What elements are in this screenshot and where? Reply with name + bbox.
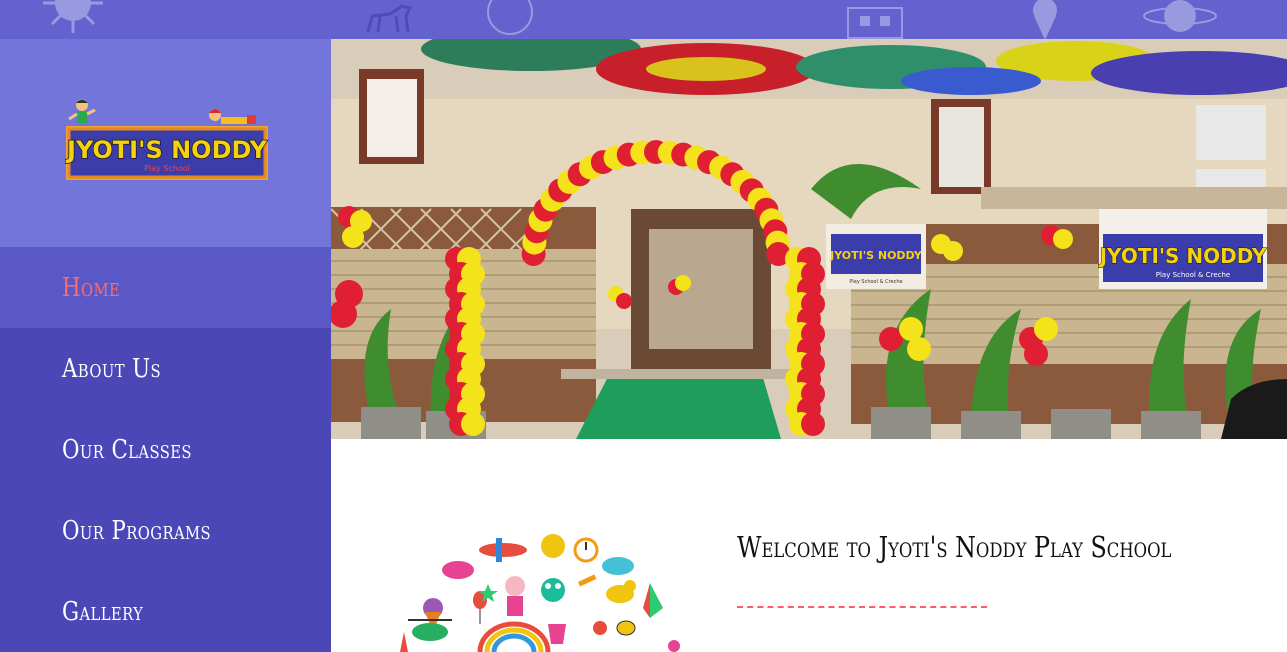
apple-icon [593,621,607,635]
sun-doodle-icon [43,0,103,33]
duck-icon [606,580,636,603]
hero-image: JYOTI'S NODDY Play School & Creche JYOTI… [331,39,1287,439]
logo-area: JYOTI'S NODDY Play School [0,39,331,247]
clock-icon [573,537,599,563]
nav-item-about-us[interactable]: About Us [0,328,331,409]
sun-icon [541,534,565,558]
planet-doodle-icon [1143,0,1217,32]
main-nav: Home About Us Our Classes Our Programs G… [0,247,331,652]
rocket-icon [643,583,663,618]
svg-text:Play School: Play School [144,164,190,173]
arch-balloon [461,412,485,436]
svg-text:JYOTI'S NODDY: JYOTI'S NODDY [829,249,923,262]
bee-icon [616,620,636,636]
top-decorative-band [0,0,1287,39]
svg-text:JYOTI'S NODDY: JYOTI'S NODDY [65,136,268,164]
girl-doodle-icon [505,576,525,616]
owl-icon [541,578,565,602]
kid-figure-icon [68,99,96,123]
horse-doodle-icon [366,4,413,33]
rainbow-icon [477,621,551,652]
welcome-heading: Welcome to Jyoti's Noddy Play School [737,530,1172,564]
svg-text:Play School & Creche: Play School & Creche [1156,271,1230,279]
arch-balloon [801,412,825,436]
nav-item-our-classes[interactable]: Our Classes [0,409,331,490]
cloud-icon [442,561,474,579]
bucket-icon [548,624,566,644]
svg-text:JYOTI'S NODDY: JYOTI'S NODDY [1098,244,1267,268]
sidebar: JYOTI'S NODDY Play School Home About Us … [0,39,331,652]
svg-text:Play School & Creche: Play School & Creche [849,279,902,285]
castle-doodle-icon [847,7,903,39]
flower-icon [668,640,680,652]
kid-figure-right-icon [209,109,256,124]
nav-item-home[interactable]: Home [0,247,331,328]
nav-item-our-programs[interactable]: Our Programs [0,490,331,571]
ball-doodle-icon [487,0,533,35]
icecream-doodle-icon [1033,0,1057,39]
kids-doodle-illustration [400,534,680,652]
pencil-icon [577,574,597,587]
cloud-icon [602,557,634,575]
school-logo[interactable]: JYOTI'S NODDY Play School [65,97,269,184]
heading-divider [737,606,987,608]
rocket-small-icon [400,632,408,652]
airplane-icon [479,538,527,562]
nav-item-gallery[interactable]: Gallery [0,571,331,652]
